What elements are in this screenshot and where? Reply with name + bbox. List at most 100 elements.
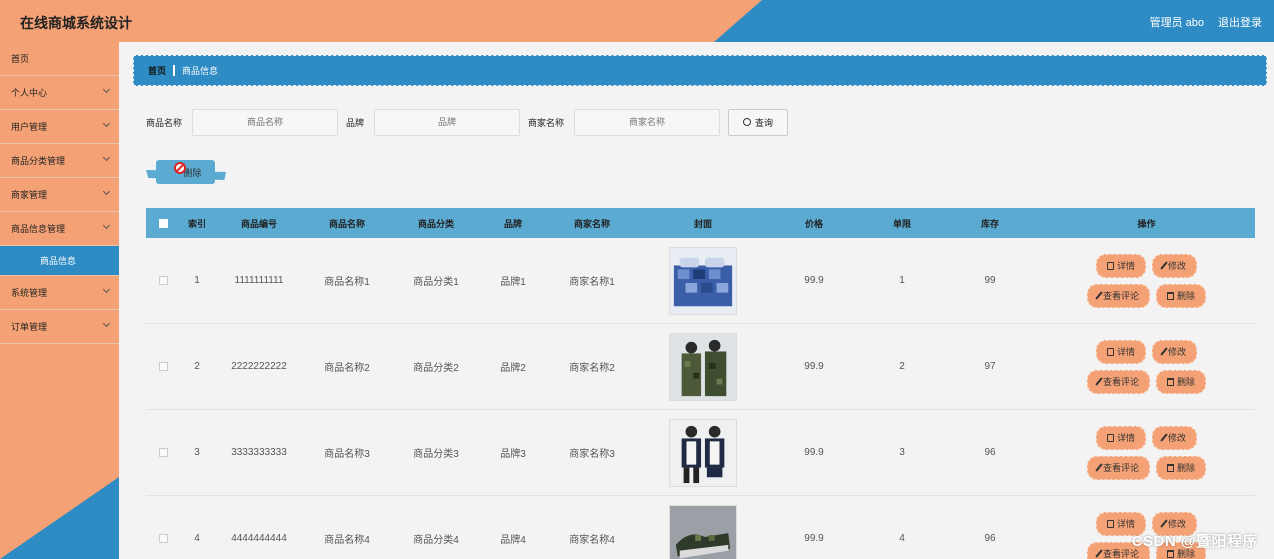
search-bar: 商品名称 品牌 商家名称 查询 [146,108,789,136]
product-cover-image[interactable] [669,504,737,559]
sidebar-blue-corner [0,477,119,559]
sidebar-item-personal-center[interactable]: 个人中心 [0,76,119,110]
row-checkbox[interactable] [158,448,168,457]
document-icon [1106,261,1114,270]
pencil-icon [1160,433,1168,442]
breadcrumb: 首页 商品信息 [133,55,1267,86]
sidebar-item-order-management[interactable]: 订单管理 [0,310,119,344]
cell-brand: 品牌4 [500,535,526,546]
sidebar-item-merchant-management[interactable]: 商家管理 [0,178,119,212]
product-cover-image[interactable] [669,418,737,487]
no-entry-icon [174,162,186,174]
brand-input[interactable] [374,108,521,136]
cell-stock: 96 [984,533,996,544]
sidebar-item-system-management[interactable]: 系统管理 [0,276,119,310]
col-price: 价格 [804,218,823,229]
trash-icon [1167,291,1174,300]
breadcrumb-separator [173,65,176,76]
cell-category: 商品分类2 [413,363,459,374]
cell-index: 4 [194,533,200,544]
table-row: 3 3333333333 商品名称3 商品分类3 品牌3 商家名称3 99.9 … [146,410,1255,496]
query-button[interactable]: 查询 [728,108,789,136]
trash-icon [1167,377,1174,386]
pencil-icon [1160,347,1168,356]
delete-button[interactable]: 删除 [1156,455,1207,480]
delete-button[interactable]: 删除 [1156,283,1207,308]
chevron-down-icon [102,221,111,230]
cell-code: 2222222222 [231,361,287,372]
cell-limit: 2 [899,361,905,372]
current-user: 管理员 abo [1149,17,1204,29]
edit-button[interactable]: 修改 [1152,253,1198,278]
shop-name-input[interactable] [574,108,721,136]
view-comments-button[interactable]: 查看评论 [1086,455,1150,480]
cell-name: 商品名称1 [324,277,370,288]
cell-index: 2 [194,361,200,372]
table-row: 4 4444444444 商品名称4 商品分类4 品牌4 商家名称4 99.9 … [146,496,1255,559]
product-cover-image[interactable] [669,332,737,401]
view-comments-button[interactable]: 查看评论 [1086,369,1150,394]
search-icon [743,118,752,126]
cell-price: 99.9 [804,275,824,286]
watermark: CSDN @暨阳程序 [1131,533,1258,550]
pencil-icon [1095,291,1103,300]
select-all-checkbox[interactable] [158,218,168,228]
product-name-input[interactable] [192,108,339,136]
document-icon [1106,433,1114,442]
chevron-down-icon [102,187,111,196]
pencil-icon [1095,463,1103,472]
batch-delete-button[interactable]: 删除 [146,160,226,184]
detail-button[interactable]: 详情 [1095,425,1146,450]
cell-shop: 商家名称4 [569,535,615,546]
table-row: 1 1111111111 商品名称1 商品分类1 品牌1 商家名称1 99.9 … [146,238,1255,324]
logout-link[interactable]: 退出登录 [1218,14,1262,30]
app-title: 在线商城系统设计 [20,15,132,31]
detail-button[interactable]: 详情 [1095,339,1146,364]
cell-stock: 96 [984,447,996,458]
pencil-icon [1095,549,1103,558]
view-comments-button[interactable]: 查看评论 [1086,283,1150,308]
cell-name: 商品名称4 [324,535,370,546]
breadcrumb-home[interactable]: 首页 [148,64,166,77]
col-limit: 单限 [892,218,911,229]
cell-stock: 99 [984,275,996,286]
cell-price: 99.9 [804,533,824,544]
sidebar-item-user-management[interactable]: 用户管理 [0,110,119,144]
cell-shop: 商家名称2 [569,363,615,374]
edit-button[interactable]: 修改 [1152,339,1198,364]
cell-code: 3333333333 [231,447,287,458]
sidebar-subitem-product-info[interactable]: 商品信息 [0,246,119,276]
cell-brand: 品牌1 [500,277,526,288]
detail-button[interactable]: 详情 [1095,253,1146,278]
pencil-icon [1095,377,1103,386]
shop-name-label: 商家名称 [528,117,565,128]
cell-category: 商品分类3 [413,449,459,460]
col-operations: 操作 [1137,218,1156,229]
sidebar-item-product-management[interactable]: 商品信息管理 [0,212,119,246]
row-checkbox[interactable] [158,276,168,285]
product-table: 索引 商品编号 商品名称 商品分类 品牌 商家名称 封面 价格 单限 库存 操作… [146,208,1255,559]
top-header: 在线商城系统设计 管理员 abo 退出登录 [0,0,1274,42]
col-stock: 库存 [980,218,999,229]
delete-button[interactable]: 删除 [1156,369,1207,394]
cell-brand: 品牌3 [500,449,526,460]
product-cover-image[interactable] [669,246,737,315]
cell-price: 99.9 [804,361,824,372]
cell-category: 商品分类4 [413,535,459,546]
cell-name: 商品名称2 [324,363,370,374]
pencil-icon [1160,519,1168,528]
edit-button[interactable]: 修改 [1152,425,1198,450]
cell-limit: 1 [899,275,905,286]
col-index: 索引 [187,218,206,229]
sidebar-item-home[interactable]: 首页 [0,42,119,76]
cell-code: 1111111111 [234,275,284,286]
row-checkbox[interactable] [158,362,168,371]
breadcrumb-current: 商品信息 [182,66,219,76]
product-name-label: 商品名称 [146,117,183,128]
pencil-icon [1160,261,1168,270]
document-icon [1106,347,1114,356]
header-right: 管理员 abo 退出登录 [1150,14,1262,30]
table-row: 2 2222222222 商品名称2 商品分类2 品牌2 商家名称2 99.9 … [146,324,1255,410]
row-checkbox[interactable] [158,534,168,543]
sidebar-item-category-management[interactable]: 商品分类管理 [0,144,119,178]
